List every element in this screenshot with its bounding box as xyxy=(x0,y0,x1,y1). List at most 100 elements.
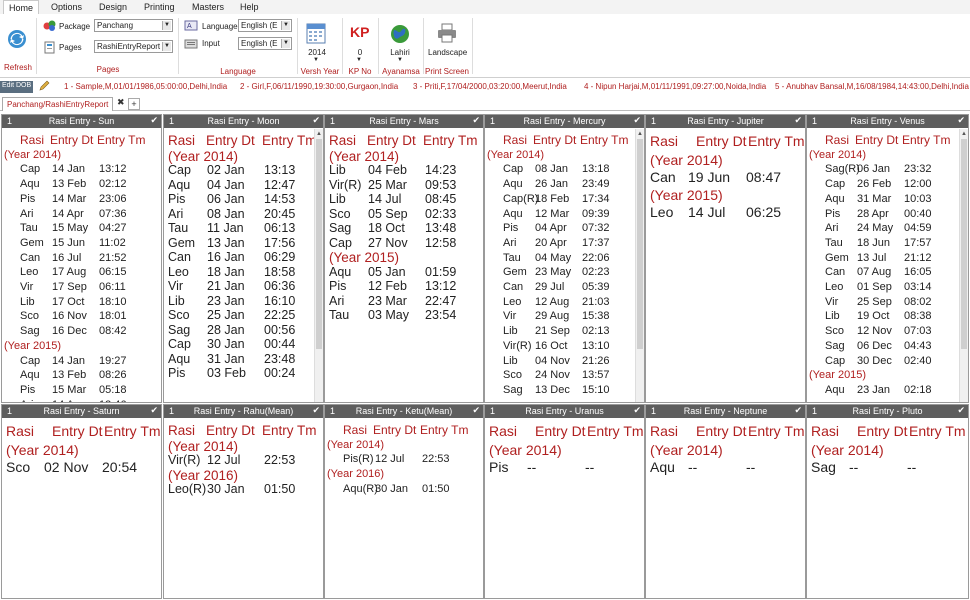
entry-date: 21 Jan xyxy=(207,279,245,293)
entry-time: -- xyxy=(746,459,756,475)
chevron-up-icon[interactable]: ▲ xyxy=(637,131,643,137)
list-item: Lib 21 Sep 02:13 xyxy=(485,325,644,340)
kp-icon[interactable]: KP xyxy=(350,24,369,40)
list-item: Lib 23 Jan 16:10 xyxy=(164,294,323,309)
entry-rasi: Ari xyxy=(329,293,345,308)
check-icon[interactable]: ✔ xyxy=(957,115,965,126)
entry-rasi: Tau xyxy=(168,221,189,235)
panel-body: Rasi Entry Dt Entry Tm (Year 2014) Pis(R) 12 … xyxy=(325,419,483,598)
dob-entry-2[interactable]: 2 - Girl,F,06/11/1990,19:30:00,Gurgaon,I… xyxy=(240,82,398,91)
chevron-up-icon[interactable]: ▲ xyxy=(961,131,967,137)
menu-design[interactable]: Design xyxy=(99,2,127,12)
check-icon[interactable]: ✔ xyxy=(633,405,641,416)
add-tab-button[interactable]: + xyxy=(128,98,140,110)
dob-entry-3[interactable]: 3 - Priti,F,17/04/2000,03:20:00,Meerut,I… xyxy=(413,82,567,91)
list-item: Sco 05 Sep 02:33 xyxy=(325,207,483,222)
menu-home[interactable]: Home xyxy=(3,0,40,14)
refresh-label[interactable]: Refresh xyxy=(2,63,34,72)
close-icon[interactable]: ✖ xyxy=(117,97,125,108)
globe-icon[interactable] xyxy=(390,24,410,46)
entry-rasi: Lib xyxy=(503,354,518,367)
check-icon[interactable]: ✔ xyxy=(150,405,158,416)
list-item: Lib 19 Oct 08:38 xyxy=(807,310,968,325)
entry-rasi: Aqu xyxy=(650,459,675,475)
panel-uranus: 1 Rasi Entry - Uranus ✔ Rasi Entry Dt Entry T… xyxy=(484,404,645,599)
entry-rasi: Aqu xyxy=(825,192,845,205)
tab-panchang-rashi-entry-report[interactable]: Panchang/RashiEntryReport xyxy=(2,97,114,111)
check-icon[interactable]: ✔ xyxy=(472,405,480,416)
list-item: Aqu 31 Jan 23:48 xyxy=(164,352,323,367)
vertical-scrollbar[interactable]: ▲ xyxy=(959,129,968,402)
check-icon[interactable]: ✔ xyxy=(312,405,320,416)
entry-date: 12 Mar xyxy=(535,207,570,220)
column-header-entry-tm: Entry Tm xyxy=(748,423,805,439)
language-select[interactable]: English (E ▼ xyxy=(238,19,292,32)
dob-entry-1[interactable]: 1 - Sample,M,01/01/1986,05:00:00,Delhi,I… xyxy=(64,82,227,91)
entry-time: 02:23 xyxy=(582,266,610,279)
list-item: Aqu 26 Jan 23:49 xyxy=(485,178,644,193)
pencil-icon[interactable] xyxy=(38,80,51,94)
vertical-scrollbar[interactable]: ▲ xyxy=(635,129,644,402)
panel-body: Rasi Entry Dt Entry Tm (Year 2014) Pis -- -- xyxy=(485,419,644,598)
scrollbar-thumb[interactable] xyxy=(316,139,322,349)
menu-options[interactable]: Options xyxy=(51,2,82,12)
entry-time: 02:12 xyxy=(99,178,127,191)
chevron-down-icon[interactable]: ▼ xyxy=(356,57,362,63)
entry-date: 28 Jan xyxy=(207,322,245,337)
refresh-icon[interactable] xyxy=(6,28,28,52)
entry-date: 14 Mar xyxy=(52,192,87,205)
pages-select[interactable]: RashiEntryReport ▼ xyxy=(94,40,173,53)
entry-date: 13 Dec xyxy=(535,383,570,396)
column-header-entry-dt: Entry Dt xyxy=(696,133,747,149)
column-header-entry-tm: Entry Tm xyxy=(420,423,469,437)
column-header-entry-tm: Entry Tm xyxy=(902,133,951,147)
calendar-icon[interactable] xyxy=(306,22,326,46)
list-item: Cap 14 Jan 13:12 xyxy=(2,163,161,178)
entry-rasi: Pis xyxy=(20,192,36,205)
list-item: Pis 04 Apr 07:32 xyxy=(485,222,644,237)
entry-date: 18 Jan xyxy=(207,264,245,279)
chevron-down-icon[interactable]: ▼ xyxy=(313,57,319,63)
chevron-down-icon: ▼ xyxy=(162,21,171,30)
entry-date: 11 Jan xyxy=(207,221,244,235)
edit-dob-button[interactable]: Edit DOB xyxy=(0,81,34,93)
list-item: Aqu 23 Jan 02:18 xyxy=(807,384,968,399)
chevron-down-icon[interactable]: ▼ xyxy=(397,57,403,63)
dob-entry-5[interactable]: 5 - Anubhav Bansal,M,16/08/1984,14:43:00… xyxy=(775,82,969,91)
landscape-label[interactable]: Landscape xyxy=(428,48,467,57)
printer-icon[interactable] xyxy=(436,22,458,46)
check-icon[interactable]: ✔ xyxy=(472,115,480,126)
scrollbar-thumb[interactable] xyxy=(637,139,643,349)
dob-entry-4[interactable]: 4 - Nipun Harjai,M,01/11/1991,09:27:00,N… xyxy=(584,82,766,91)
svg-text:A: A xyxy=(187,23,192,30)
column-header-entry-dt: Entry Dt xyxy=(50,133,94,147)
entry-date: -- xyxy=(688,459,698,475)
menu-masters[interactable]: Masters xyxy=(192,2,224,12)
input-select[interactable]: English (E ▼ xyxy=(238,37,292,50)
entry-time: 17:37 xyxy=(582,236,610,249)
entry-time: 22:53 xyxy=(264,453,296,467)
check-icon[interactable]: ✔ xyxy=(957,405,965,416)
column-header-rasi: Rasi xyxy=(20,133,45,147)
entry-time: 01:50 xyxy=(264,482,296,496)
entry-time: 23:54 xyxy=(425,308,457,322)
check-icon[interactable]: ✔ xyxy=(633,115,641,126)
list-item: Cap 08 Jan 13:18 xyxy=(485,163,644,178)
check-icon[interactable]: ✔ xyxy=(794,405,802,416)
entry-time: 16:05 xyxy=(904,266,932,279)
check-icon[interactable]: ✔ xyxy=(150,115,158,126)
pages-label: Pages xyxy=(59,43,82,52)
vertical-scrollbar[interactable]: ▲ xyxy=(314,129,323,402)
entry-date: 31 Mar xyxy=(857,192,892,205)
menu-help[interactable]: Help xyxy=(240,2,259,12)
chevron-up-icon[interactable]: ▲ xyxy=(316,131,322,137)
check-icon[interactable]: ✔ xyxy=(794,115,802,126)
entry-date: 26 Feb xyxy=(857,178,892,191)
list-item: Aqu 05 Jan 01:59 xyxy=(325,265,483,280)
scrollbar-thumb[interactable] xyxy=(961,139,967,349)
list-item: Vir 29 Aug 15:38 xyxy=(485,310,644,325)
check-icon[interactable]: ✔ xyxy=(312,115,320,126)
menu-printing[interactable]: Printing xyxy=(144,2,175,12)
list-item: Ari 24 May 04:59 xyxy=(807,222,968,237)
package-select[interactable]: Panchang ▼ xyxy=(94,19,173,32)
